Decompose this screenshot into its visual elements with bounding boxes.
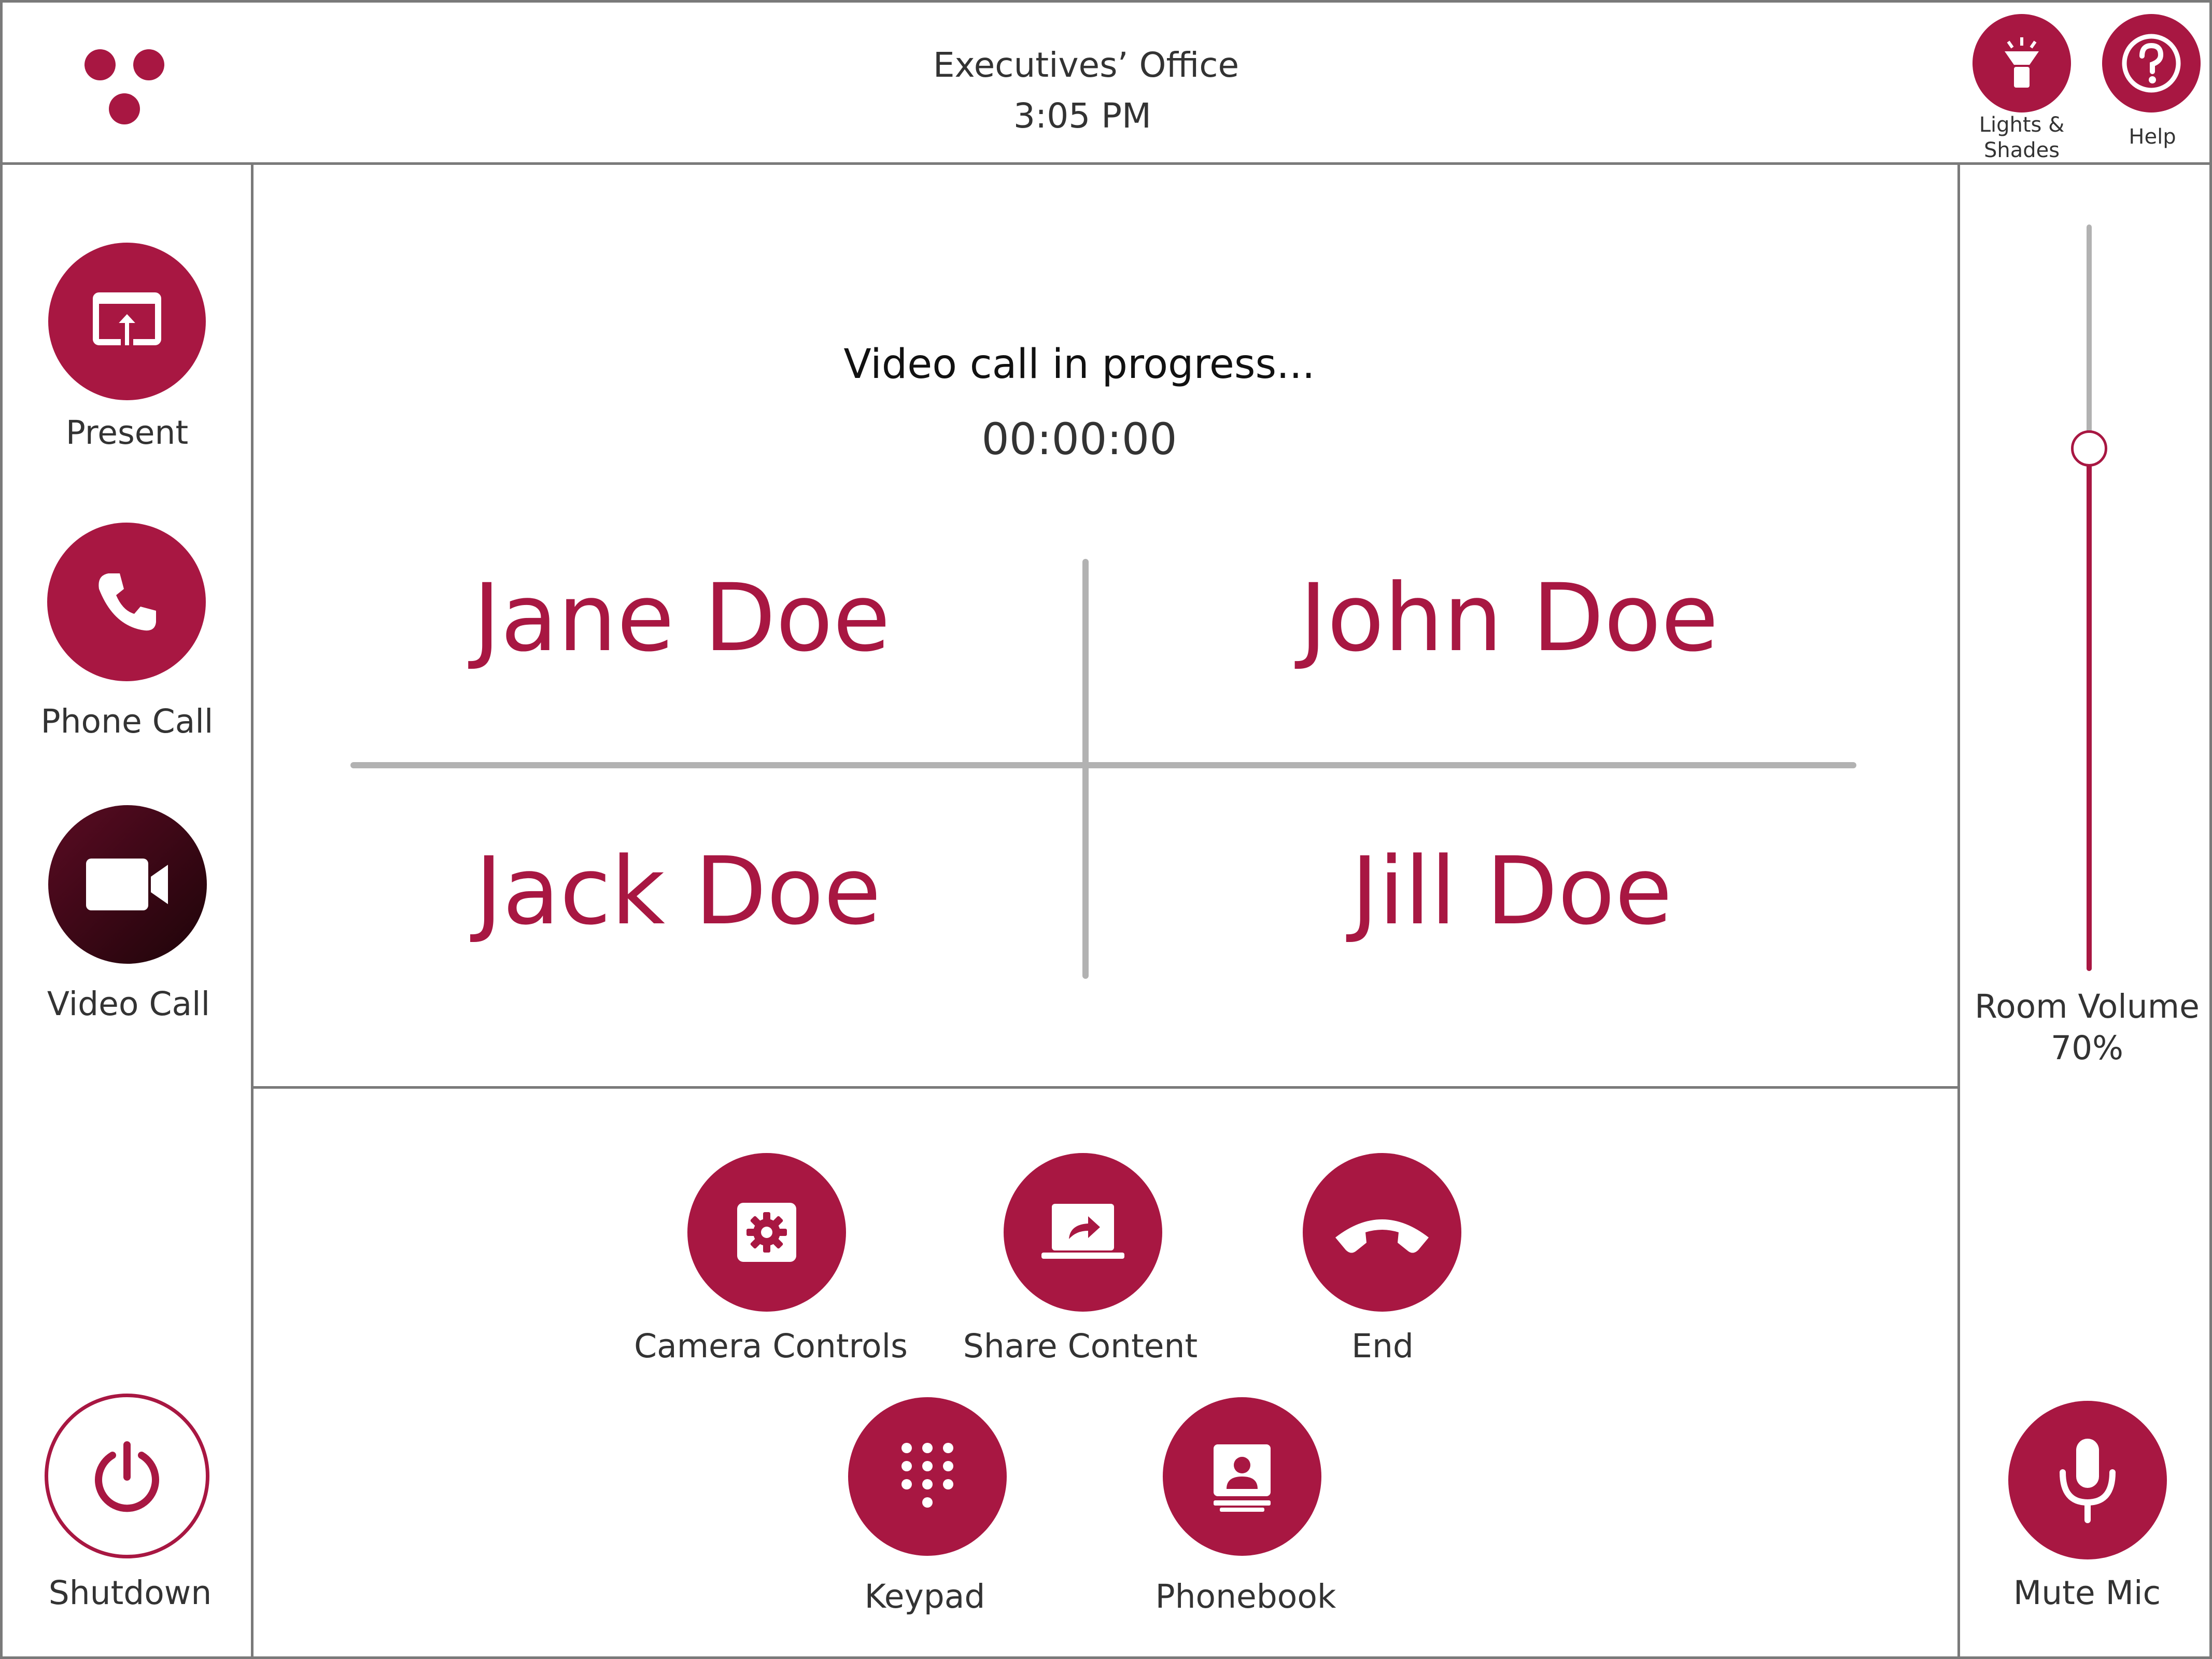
lamp-icon [2005,37,2039,88]
sidebar-item-label: Present [65,414,189,452]
phonebook-label: Phonebook [1155,1578,1336,1615]
participant-name: Jill Doe [1351,837,1672,946]
camera-controls-button[interactable] [687,1153,846,1312]
sidebar-item-label: Phone Call [40,702,214,740]
grid-divider-horizontal [350,762,1856,768]
keypad-icon [901,1443,953,1508]
lights-shades-label: Lights & Shades [1979,113,2065,162]
room-volume-value: 70% [2050,1029,2124,1067]
sidebar-item-phone-call[interactable] [47,523,206,681]
logo-icon [84,49,164,124]
microphone-icon [2060,1439,2116,1523]
contact-book-icon [1214,1444,1271,1512]
mute-mic-label: Mute Mic [2013,1574,2161,1612]
participant-name: Jane Doe [473,564,891,672]
call-panel: Video call in progress... 00:00:00 Jane … [251,162,1961,1091]
keypad-button[interactable] [848,1397,1007,1556]
video-camera-icon [86,859,168,910]
help-label: Help [2129,125,2176,149]
share-content-button[interactable] [1004,1153,1162,1312]
left-sidebar: Present Phone Call Video Call Shutdown [0,162,253,1659]
present-screen-icon [93,292,161,349]
room-volume-label: Room Volume [1975,988,2200,1025]
sidebar-item-label: Video Call [47,985,210,1023]
call-timer: 00:00:00 [981,414,1177,465]
header-bar: Executives’ Office 3:05 PM Lights & Shad… [0,0,2212,165]
lights-shades-button[interactable] [1973,14,2071,113]
participant-name: Jack Doe [475,837,881,946]
end-call-button[interactable] [1303,1153,1461,1312]
volume-slider[interactable] [2071,224,2107,971]
help-button[interactable] [2102,14,2201,113]
volume-panel: Room Volume 70% Mute Mic [1957,162,2212,1659]
camera-gear-icon [737,1203,796,1262]
power-icon [95,1441,159,1512]
sidebar-item-video-call[interactable] [48,805,207,964]
phonebook-button[interactable] [1163,1397,1321,1556]
end-label: End [1351,1327,1414,1365]
sidebar-item-present[interactable] [48,243,206,400]
share-screen-icon [1041,1204,1124,1259]
share-content-label: Share Content [963,1327,1198,1365]
keypad-label: Keypad [864,1578,985,1615]
participant-name: John Doe [1299,564,1719,672]
grid-divider-vertical [1082,559,1089,979]
controls-panel: Camera Controls Share Content End Keypad [251,1086,1961,1659]
shutdown-label: Shutdown [48,1574,212,1612]
shutdown-button[interactable] [45,1394,209,1558]
question-icon [2122,34,2181,93]
volume-slider-thumb[interactable] [2071,430,2107,467]
volume-slider-fill [2087,448,2092,971]
call-status: Video call in progress... [843,341,1315,388]
hang-up-icon [1335,1219,1429,1253]
phone-icon [98,573,156,631]
clock-time: 3:05 PM [1013,96,1151,136]
camera-controls-label: Camera Controls [634,1327,908,1365]
room-name: Executives’ Office [933,45,1239,85]
mute-mic-button[interactable] [2008,1401,2167,1559]
